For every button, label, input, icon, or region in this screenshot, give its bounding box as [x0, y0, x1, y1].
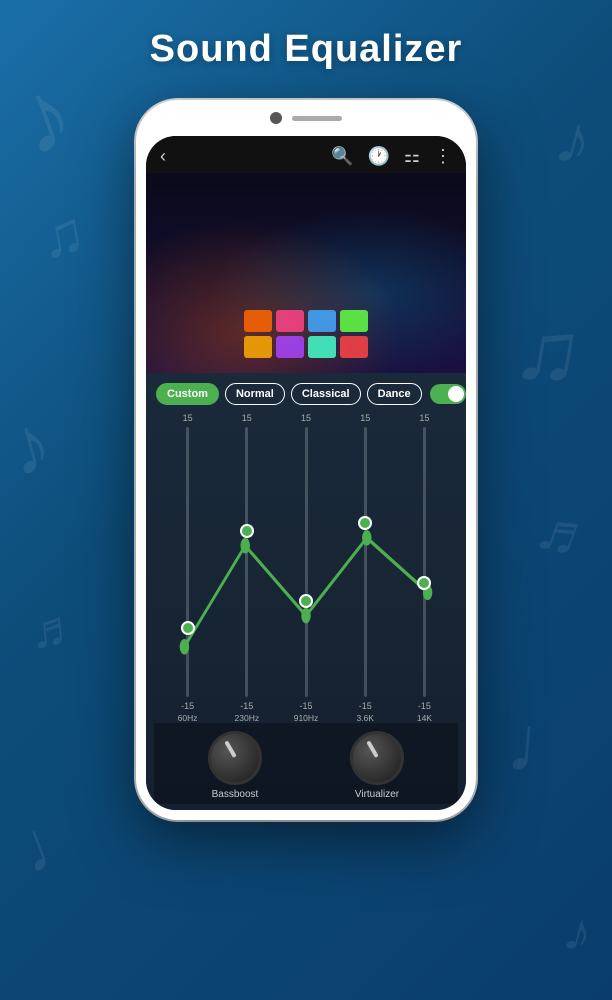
phone-mockup: ‹ 🔍 🕐 ⚏ ⋮ — [136, 100, 476, 820]
mixer-icon[interactable]: ⚏ — [404, 146, 420, 167]
dj-pad-4[interactable] — [340, 310, 368, 332]
eq-thumb-230hz[interactable] — [240, 524, 254, 538]
eq-channel-910hz: 15 -15 910Hz — [276, 413, 335, 723]
eq-min-14k: -15 — [418, 701, 431, 711]
phone-top-bar — [270, 112, 342, 124]
dj-pad-1[interactable] — [244, 310, 272, 332]
eq-freq-230hz: 230Hz — [235, 713, 260, 723]
eq-max-910hz: 15 — [301, 413, 311, 423]
dj-pad-2[interactable] — [276, 310, 304, 332]
back-icon[interactable]: ‹ — [160, 146, 166, 167]
preset-row: Custom Normal Classical Dance — [154, 383, 458, 405]
search-icon[interactable]: 🔍 — [331, 146, 353, 167]
eq-track-910hz[interactable] — [305, 427, 308, 697]
bassboost-knob[interactable] — [208, 731, 262, 785]
eq-section: Custom Normal Classical Dance — [146, 373, 466, 810]
app-topbar: ‹ 🔍 🕐 ⚏ ⋮ — [146, 136, 466, 173]
eq-channel-230hz: 15 -15 230Hz — [217, 413, 276, 723]
phone-screen: ‹ 🔍 🕐 ⚏ ⋮ — [146, 136, 466, 810]
knob-group-virtualizer: Virtualizer — [350, 731, 404, 800]
eq-max-230hz: 15 — [242, 413, 252, 423]
eq-freq-14k: 14K — [417, 713, 432, 723]
eq-max-60hz: 15 — [183, 413, 193, 423]
eq-min-3k6: -15 — [359, 701, 372, 711]
phone-camera — [270, 112, 282, 124]
virtualizer-label: Virtualizer — [355, 789, 399, 800]
eq-track-14k[interactable] — [423, 427, 426, 697]
more-icon[interactable]: ⋮ — [434, 146, 452, 167]
bassboost-label: Bassboost — [212, 789, 259, 800]
eq-thumb-14k[interactable] — [417, 576, 431, 590]
eq-track-3k6[interactable] — [364, 427, 367, 697]
eq-thumb-3k6[interactable] — [358, 516, 372, 530]
preset-dance[interactable]: Dance — [367, 383, 422, 405]
dj-pads — [244, 310, 368, 358]
dj-pad-8[interactable] — [340, 336, 368, 358]
eq-freq-60hz: 60Hz — [178, 713, 198, 723]
eq-channel-3k6: 15 -15 3.6K — [336, 413, 395, 723]
history-icon[interactable]: 🕐 — [367, 146, 389, 167]
dj-pad-5[interactable] — [244, 336, 272, 358]
preset-custom[interactable]: Custom — [156, 383, 219, 405]
page-title: Sound Equalizer — [0, 28, 612, 71]
eq-toggle[interactable] — [430, 384, 466, 404]
eq-sliders: 15 -15 60Hz 15 — [154, 413, 458, 723]
eq-track-230hz[interactable] — [245, 427, 248, 697]
eq-channel-14k: 15 -15 14K — [395, 413, 454, 723]
knob-group-bassboost: Bassboost — [208, 731, 262, 800]
dj-pad-7[interactable] — [308, 336, 336, 358]
music-image — [146, 173, 466, 373]
knobs-row: Bassboost Virtualizer — [154, 723, 458, 804]
preset-normal[interactable]: Normal — [225, 383, 285, 405]
eq-thumb-60hz[interactable] — [181, 621, 195, 635]
app-content: ‹ 🔍 🕐 ⚏ ⋮ — [146, 136, 466, 810]
eq-freq-910hz: 910Hz — [294, 713, 319, 723]
dj-pad-6[interactable] — [276, 336, 304, 358]
preset-classical[interactable]: Classical — [291, 383, 361, 405]
dj-pad-3[interactable] — [308, 310, 336, 332]
eq-freq-3k6: 3.6K — [356, 713, 374, 723]
eq-min-910hz: -15 — [300, 701, 313, 711]
eq-thumb-910hz[interactable] — [299, 594, 313, 608]
eq-min-230hz: -15 — [240, 701, 253, 711]
eq-channel-60hz: 15 -15 60Hz — [158, 413, 217, 723]
eq-min-60hz: -15 — [181, 701, 194, 711]
virtualizer-knob[interactable] — [350, 731, 404, 785]
eq-track-60hz[interactable] — [186, 427, 189, 697]
eq-max-3k6: 15 — [360, 413, 370, 423]
eq-max-14k: 15 — [419, 413, 429, 423]
phone-speaker — [292, 116, 342, 121]
